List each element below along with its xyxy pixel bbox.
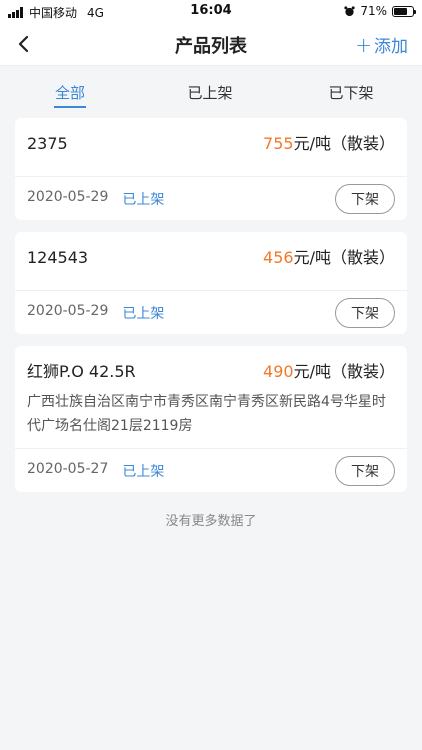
- status-bar: 中国移动 4G 16:04 71%: [0, 0, 422, 22]
- product-card[interactable]: 2375 755元/吨（散装） 2020-05-29 已上架 下架: [15, 118, 407, 220]
- product-meta: 2020-05-27 已上架: [27, 461, 164, 481]
- product-address: 广西壮族自治区南宁市青秀区南宁青秀区新民路4号华星时代广场名仕阁21层2119房: [27, 394, 386, 434]
- delist-button[interactable]: 下架: [335, 297, 395, 328]
- price-unit: 元/吨（散装）: [293, 248, 395, 267]
- price-value: 456: [263, 248, 294, 267]
- product-card-footer: 2020-05-27 已上架 下架: [15, 448, 407, 492]
- status-badge: 已上架: [122, 305, 165, 322]
- product-card[interactable]: 红狮P.O 42.5R 490元/吨（散装） 广西壮族自治区南宁市青秀区南宁青秀…: [15, 346, 407, 492]
- tab-delisted-label: 已下架: [328, 84, 374, 102]
- status-badge: 已上架: [122, 463, 165, 480]
- add-label: 添加: [374, 37, 408, 57]
- product-row: 124543 456元/吨（散装）: [27, 244, 395, 268]
- product-list: 2375 755元/吨（散装） 2020-05-29 已上架 下架 124543…: [0, 118, 422, 529]
- price-value: 490: [263, 362, 294, 381]
- tab-delisted[interactable]: 已下架: [280, 66, 422, 118]
- price-unit: 元/吨（散装）: [293, 134, 395, 153]
- product-date: 2020-05-29: [27, 188, 109, 205]
- tab-all-label: 全部: [54, 84, 85, 102]
- price-unit: 元/吨（散装）: [293, 362, 395, 381]
- delist-button[interactable]: 下架: [335, 183, 395, 214]
- tab-bar: 全部 已上架 已下架: [0, 66, 422, 118]
- product-name: 红狮P.O 42.5R: [27, 362, 136, 381]
- no-more-data-label: 没有更多数据了: [165, 514, 257, 529]
- product-card[interactable]: 124543 456元/吨（散装） 2020-05-29 已上架 下架: [15, 232, 407, 334]
- product-date: 2020-05-27: [27, 460, 109, 477]
- delist-button[interactable]: 下架: [335, 455, 395, 486]
- alarm-icon: [344, 5, 355, 16]
- product-card-top: 红狮P.O 42.5R 490元/吨（散装） 广西壮族自治区南宁市青秀区南宁青秀…: [15, 346, 407, 438]
- product-card-footer: 2020-05-29 已上架 下架: [15, 176, 407, 220]
- tab-listed-label: 已上架: [187, 84, 233, 102]
- status-badge: 已上架: [122, 191, 165, 208]
- product-price: 490元/吨（散装）: [263, 358, 395, 382]
- tab-listed[interactable]: 已上架: [140, 66, 280, 118]
- battery-percent: 71%: [360, 4, 387, 18]
- product-card-top: 124543 456元/吨（散装）: [15, 232, 407, 268]
- battery-fill: [394, 7, 407, 15]
- battery-icon: [392, 5, 416, 17]
- product-card-footer: 2020-05-29 已上架 下架: [15, 290, 407, 334]
- product-name: 124543: [27, 248, 89, 267]
- tab-all[interactable]: 全部: [0, 66, 140, 118]
- product-meta: 2020-05-29 已上架: [27, 303, 164, 323]
- product-name: 2375: [27, 134, 68, 153]
- price-value: 755: [263, 134, 294, 153]
- add-button[interactable]: + 添加: [355, 32, 408, 58]
- product-price: 456元/吨（散装）: [263, 244, 395, 268]
- product-date: 2020-05-29: [27, 302, 109, 319]
- plus-icon: +: [355, 32, 372, 57]
- product-meta: 2020-05-29 已上架: [27, 189, 164, 209]
- nav-bar: 产品列表 + 添加: [0, 22, 422, 66]
- product-price: 755元/吨（散装）: [263, 130, 395, 154]
- tab-active-indicator: [54, 106, 86, 108]
- product-card-top: 2375 755元/吨（散装）: [15, 118, 407, 154]
- product-row: 红狮P.O 42.5R 490元/吨（散装）: [27, 358, 395, 382]
- product-row: 2375 755元/吨（散装）: [27, 130, 395, 154]
- status-right: 71%: [344, 4, 416, 18]
